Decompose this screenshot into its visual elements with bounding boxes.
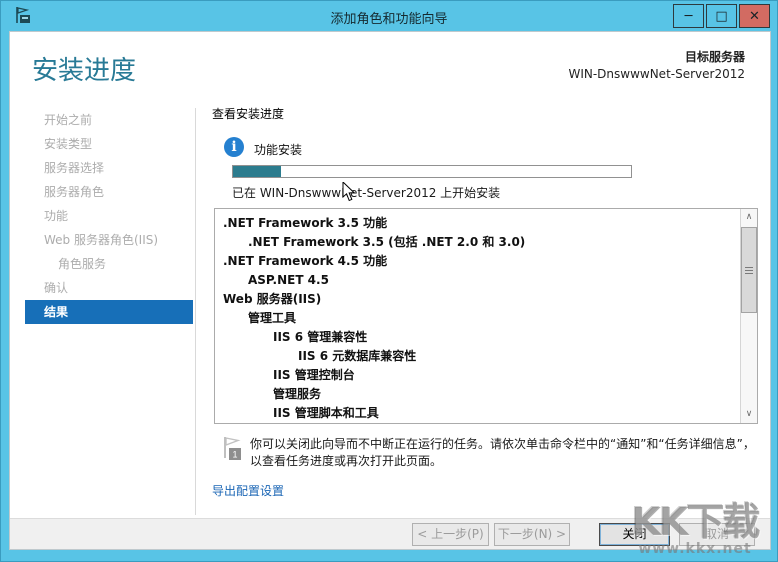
sidebar-item-before-you-begin[interactable]: 开始之前 xyxy=(10,108,195,132)
status-message: 已在 WIN-DnswwwNet-Server2012 上开始安装 xyxy=(232,184,500,201)
notification-flag-icon: 1 xyxy=(222,436,244,462)
sidebar-item-web-server-role-iis[interactable]: Web 服务器角色(IIS) xyxy=(10,228,195,252)
previous-button[interactable]: < 上一步(P) xyxy=(412,523,489,546)
scrollbar[interactable]: ∧ ∨ xyxy=(740,209,757,423)
main-content: 查看安装进度 i 功能安装 已在 WIN-DnswwwNet-Server201… xyxy=(210,32,766,520)
scroll-down-icon[interactable]: ∨ xyxy=(741,406,757,423)
status-heading: 功能安装 xyxy=(254,141,302,158)
next-button[interactable]: 下一步(N) > xyxy=(494,523,570,546)
cancel-button[interactable]: 取消 xyxy=(679,523,755,546)
list-item: .NET Framework 3.5 功能 xyxy=(223,214,740,233)
progress-bar xyxy=(232,165,632,178)
list-item: 管理服务 xyxy=(223,385,740,404)
sidebar-item-features[interactable]: 功能 xyxy=(10,204,195,228)
sidebar-item-server-roles[interactable]: 服务器角色 xyxy=(10,180,195,204)
sidebar-item-installation-type[interactable]: 安装类型 xyxy=(10,132,195,156)
wizard-dialog: 安装进度 目标服务器 WIN-DnswwwNet-Server2012 开始之前… xyxy=(9,31,771,550)
sidebar-item-results[interactable]: 结果 xyxy=(25,300,193,324)
section-title: 查看安装进度 xyxy=(212,105,284,122)
window: 添加角色和功能向导 ─ □ ✕ 安装进度 目标服务器 WIN-DnswwwNet… xyxy=(0,0,778,562)
window-title: 添加角色和功能向导 xyxy=(1,8,777,27)
list-item: IIS 管理脚本和工具 xyxy=(223,404,740,423)
scroll-up-icon[interactable]: ∧ xyxy=(741,209,757,226)
list-item: Web 服务器(IIS) xyxy=(223,290,740,309)
info-icon: i xyxy=(224,137,244,157)
flag-badge-count: 1 xyxy=(232,450,237,460)
sidebar-item-confirmation[interactable]: 确认 xyxy=(10,276,195,300)
install-items-inner: .NET Framework 3.5 功能 .NET Framework 3.5… xyxy=(215,209,740,423)
list-item: IIS 6 管理兼容性 xyxy=(223,328,740,347)
sidebar-divider xyxy=(195,108,196,515)
progress-fill xyxy=(233,166,281,177)
list-item: ASP.NET 4.5 xyxy=(223,271,740,290)
wizard-steps-sidebar: 开始之前 安装类型 服务器选择 服务器角色 功能 Web 服务器角色(IIS) … xyxy=(10,108,195,324)
scrollbar-grip-icon xyxy=(745,267,753,274)
close-window-button[interactable]: ✕ xyxy=(739,4,770,28)
footer-bar: < 上一步(P) 下一步(N) > 关闭 取消 xyxy=(10,518,770,549)
minimize-button[interactable]: ─ xyxy=(673,4,704,28)
list-item: IIS 6 元数据库兼容性 xyxy=(223,347,740,366)
install-items-list[interactable]: .NET Framework 3.5 功能 .NET Framework 3.5… xyxy=(214,208,758,424)
list-item: .NET Framework 3.5 (包括 .NET 2.0 和 3.0) xyxy=(223,233,740,252)
maximize-button[interactable]: □ xyxy=(706,4,737,28)
sidebar-item-server-selection[interactable]: 服务器选择 xyxy=(10,156,195,180)
close-button[interactable]: 关闭 xyxy=(599,523,670,546)
list-item: 管理工具 xyxy=(223,309,740,328)
page-title: 安装进度 xyxy=(32,50,136,87)
mouse-cursor-icon xyxy=(342,182,356,203)
list-item: IIS 管理控制台 xyxy=(223,366,740,385)
scrollbar-thumb[interactable] xyxy=(741,227,757,313)
export-configuration-link[interactable]: 导出配置设置 xyxy=(212,482,284,499)
titlebar: 添加角色和功能向导 ─ □ ✕ xyxy=(1,1,777,31)
sidebar-item-role-services[interactable]: 角色服务 xyxy=(10,252,195,276)
note-text: 你可以关闭此向导而不中断正在运行的任务。请依次单击命令栏中的“通知”和“任务详细… xyxy=(250,436,756,470)
list-item: .NET Framework 4.5 功能 xyxy=(223,252,740,271)
